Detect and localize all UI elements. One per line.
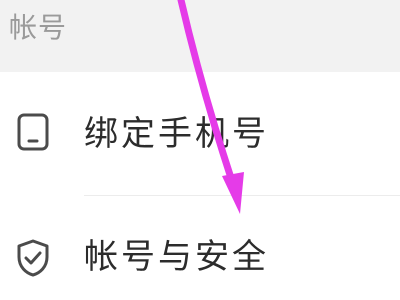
section-header: 帐号 [0,0,400,72]
settings-screen: 帐号 绑定手机号 帐号与安全 [0,0,400,300]
settings-list: 绑定手机号 帐号与安全 [0,72,400,300]
shield-check-icon [13,238,53,278]
settings-item-bind-phone[interactable]: 绑定手机号 [0,72,400,196]
account-security-label: 帐号与安全 [84,237,269,277]
settings-item-account-security[interactable]: 帐号与安全 [0,196,400,300]
bind-phone-label: 绑定手机号 [84,114,269,154]
phone-icon [13,112,53,152]
section-title: 帐号 [9,11,68,44]
